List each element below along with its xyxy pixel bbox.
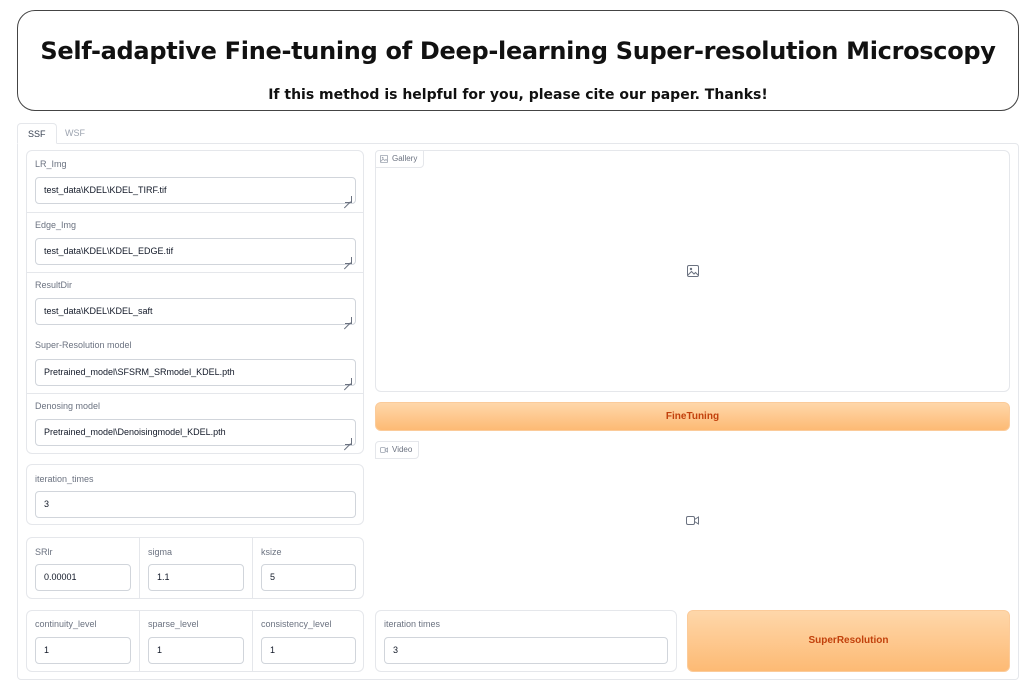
gallery-panel[interactable]: Gallery (375, 150, 1010, 392)
tab-wsf[interactable]: WSF (55, 123, 95, 144)
sr-model-label: Super-Resolution model (35, 340, 132, 350)
video-panel[interactable]: Video (375, 441, 1010, 601)
denoise-model-label: Denosing model (35, 401, 101, 411)
resize-handle-icon[interactable] (345, 196, 352, 203)
ksize-field[interactable]: 5 (261, 564, 356, 591)
tab-ssf[interactable]: SSF (17, 123, 57, 144)
finetuning-button[interactable]: FineTuning (375, 402, 1010, 431)
consistency-col: consistency_level 1 (252, 611, 364, 671)
consistency-level-field[interactable]: 1 (261, 637, 356, 664)
video-placeholder-icon (686, 516, 699, 525)
superresolution-button[interactable]: SuperResolution (687, 610, 1010, 672)
sr-iteration-group: iteration times 3 (375, 610, 677, 672)
video-label: Video (392, 445, 413, 454)
edge-img-field[interactable]: test_data\KDEL\KDEL_EDGE.tif (35, 238, 356, 265)
result-dir-field[interactable]: test_data\KDEL\KDEL_saft (35, 298, 356, 325)
sr-iteration-label: iteration times (384, 619, 441, 629)
lr-img-block: LR_Img test_data\KDEL\KDEL_TIRF.tif (27, 151, 363, 212)
sigma-field[interactable]: 1.1 (148, 564, 244, 591)
resize-handle-icon[interactable] (345, 438, 352, 445)
iteration-times-field[interactable]: 3 (35, 491, 356, 518)
result-dir-block: ResultDir test_data\KDEL\KDEL_saft Super… (27, 272, 363, 392)
sparse-col: sparse_level 1 (139, 611, 252, 671)
ksize-label: ksize (261, 547, 282, 557)
denoise-model-block: Denosing model Pretrained_model\Denoisin… (27, 393, 363, 454)
iteration-times-group: iteration_times 3 (26, 464, 364, 525)
srlr-label: SRlr (35, 547, 53, 557)
sparse-level-field[interactable]: 1 (148, 637, 244, 664)
image-placeholder-icon (687, 265, 699, 277)
header-banner: Self-adaptive Fine-tuning of Deep-learni… (17, 10, 1019, 111)
resize-handle-icon[interactable] (345, 317, 352, 324)
lr-img-field[interactable]: test_data\KDEL\KDEL_TIRF.tif (35, 177, 356, 204)
result-dir-label: ResultDir (35, 280, 73, 290)
denoise-model-field[interactable]: Pretrained_model\Denoisingmodel_KDEL.pth (35, 419, 356, 446)
levels-group: continuity_level 1 sparse_level 1 consis… (26, 610, 364, 672)
sparse-level-label: sparse_level (148, 619, 199, 629)
video-icon (380, 447, 388, 453)
edge-img-block: Edge_Img test_data\KDEL\KDEL_EDGE.tif (27, 212, 363, 272)
video-tag: Video (375, 441, 420, 459)
lr-img-label: LR_Img (35, 159, 67, 169)
continuity-level-field[interactable]: 1 (35, 637, 131, 664)
sigma-col: sigma 1.1 (139, 538, 252, 598)
path-inputs-group: LR_Img test_data\KDEL\KDEL_TIRF.tif Edge… (26, 150, 364, 454)
page-subtitle: If this method is helpful for you, pleas… (268, 87, 768, 103)
sr-model-field[interactable]: Pretrained_model\SFSRM_SRmodel_KDEL.pth (35, 359, 356, 386)
continuity-col: continuity_level 1 (27, 611, 140, 671)
edge-img-label: Edge_Img (35, 220, 77, 230)
consistency-level-label: consistency_level (261, 619, 332, 629)
sr-iteration-field[interactable]: 3 (384, 637, 668, 664)
gallery-tag: Gallery (375, 150, 425, 168)
resize-handle-icon[interactable] (345, 378, 352, 385)
iteration-times-label: iteration_times (35, 474, 94, 484)
page-title: Self-adaptive Fine-tuning of Deep-learni… (40, 37, 996, 65)
resize-handle-icon[interactable] (345, 257, 352, 264)
srlr-col: SRlr 0.00001 (27, 538, 140, 598)
sigma-label: sigma (148, 547, 173, 557)
image-icon (380, 155, 388, 163)
ksize-col: ksize 5 (252, 538, 364, 598)
continuity-level-label: continuity_level (35, 619, 97, 629)
hyperparams-group: SRlr 0.00001 sigma 1.1 ksize 5 (26, 537, 364, 599)
gallery-label: Gallery (392, 154, 418, 163)
srlr-field[interactable]: 0.00001 (35, 564, 131, 591)
